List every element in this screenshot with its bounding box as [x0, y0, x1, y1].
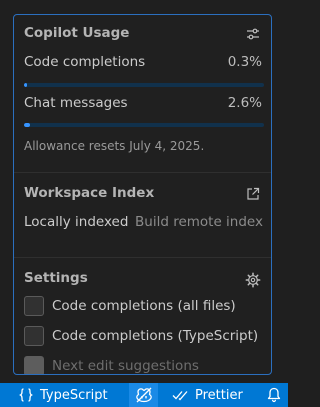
setting-label: Code completions (all files): [52, 298, 236, 314]
chat-messages-progress-fill: [24, 123, 31, 127]
setting-code-completions-typescript[interactable]: Code completions (TypeScript): [24, 325, 258, 347]
chat-messages-progress: [24, 123, 264, 127]
allowance-reset-note: Allowance resets July 4, 2025.: [24, 139, 205, 153]
formatter-label: Prettier: [195, 387, 243, 403]
status-bar: TypeScript Prettier: [0, 383, 288, 407]
copilot-status-popup: Copilot Usage Code completions 0.3% Chat…: [13, 14, 272, 375]
setting-label: Next edit suggestions: [52, 358, 199, 374]
braces-icon: [18, 387, 34, 403]
statusbar-notifications[interactable]: [266, 383, 282, 407]
statusbar-formatter[interactable]: Prettier: [172, 383, 243, 407]
workspace-index-title: Workspace Index: [24, 185, 155, 201]
copilot-usage-title: Copilot Usage: [24, 25, 130, 41]
code-completions-progress: [24, 83, 264, 87]
code-completions-label: Code completions: [24, 54, 146, 70]
setting-next-edit-suggestions: Next edit suggestions: [24, 355, 199, 374]
statusbar-language[interactable]: TypeScript: [18, 383, 108, 407]
language-label: TypeScript: [40, 387, 108, 403]
setting-label: Code completions (TypeScript): [52, 328, 259, 344]
settings-section: Settings Code completions (all files) Co…: [14, 258, 271, 374]
workspace-index-section: Workspace Index Locally indexed Build re…: [14, 173, 271, 258]
build-remote-index-link[interactable]: Build remote index: [135, 214, 263, 230]
bell-icon: [266, 387, 282, 403]
settings-title: Settings: [24, 270, 88, 286]
workspace-index-status: Locally indexed: [24, 214, 129, 230]
checkbox[interactable]: [24, 326, 44, 346]
code-completions-percent: 0.3%: [227, 54, 262, 70]
gear-icon[interactable]: [244, 271, 262, 289]
chat-messages-label: Chat messages: [24, 95, 128, 111]
open-external-icon[interactable]: [244, 185, 262, 203]
settings-sliders-icon[interactable]: [244, 25, 262, 43]
copilot-usage-section: Copilot Usage Code completions 0.3% Chat…: [14, 15, 271, 173]
checkbox[interactable]: [24, 296, 44, 316]
setting-code-completions-all[interactable]: Code completions (all files): [24, 295, 236, 317]
checkbox-disabled: [24, 356, 44, 374]
double-check-icon: [172, 388, 190, 402]
copilot-icon: [135, 387, 153, 403]
code-completions-progress-fill: [24, 83, 27, 87]
chat-messages-percent: 2.6%: [227, 95, 262, 111]
statusbar-copilot[interactable]: [129, 383, 158, 407]
